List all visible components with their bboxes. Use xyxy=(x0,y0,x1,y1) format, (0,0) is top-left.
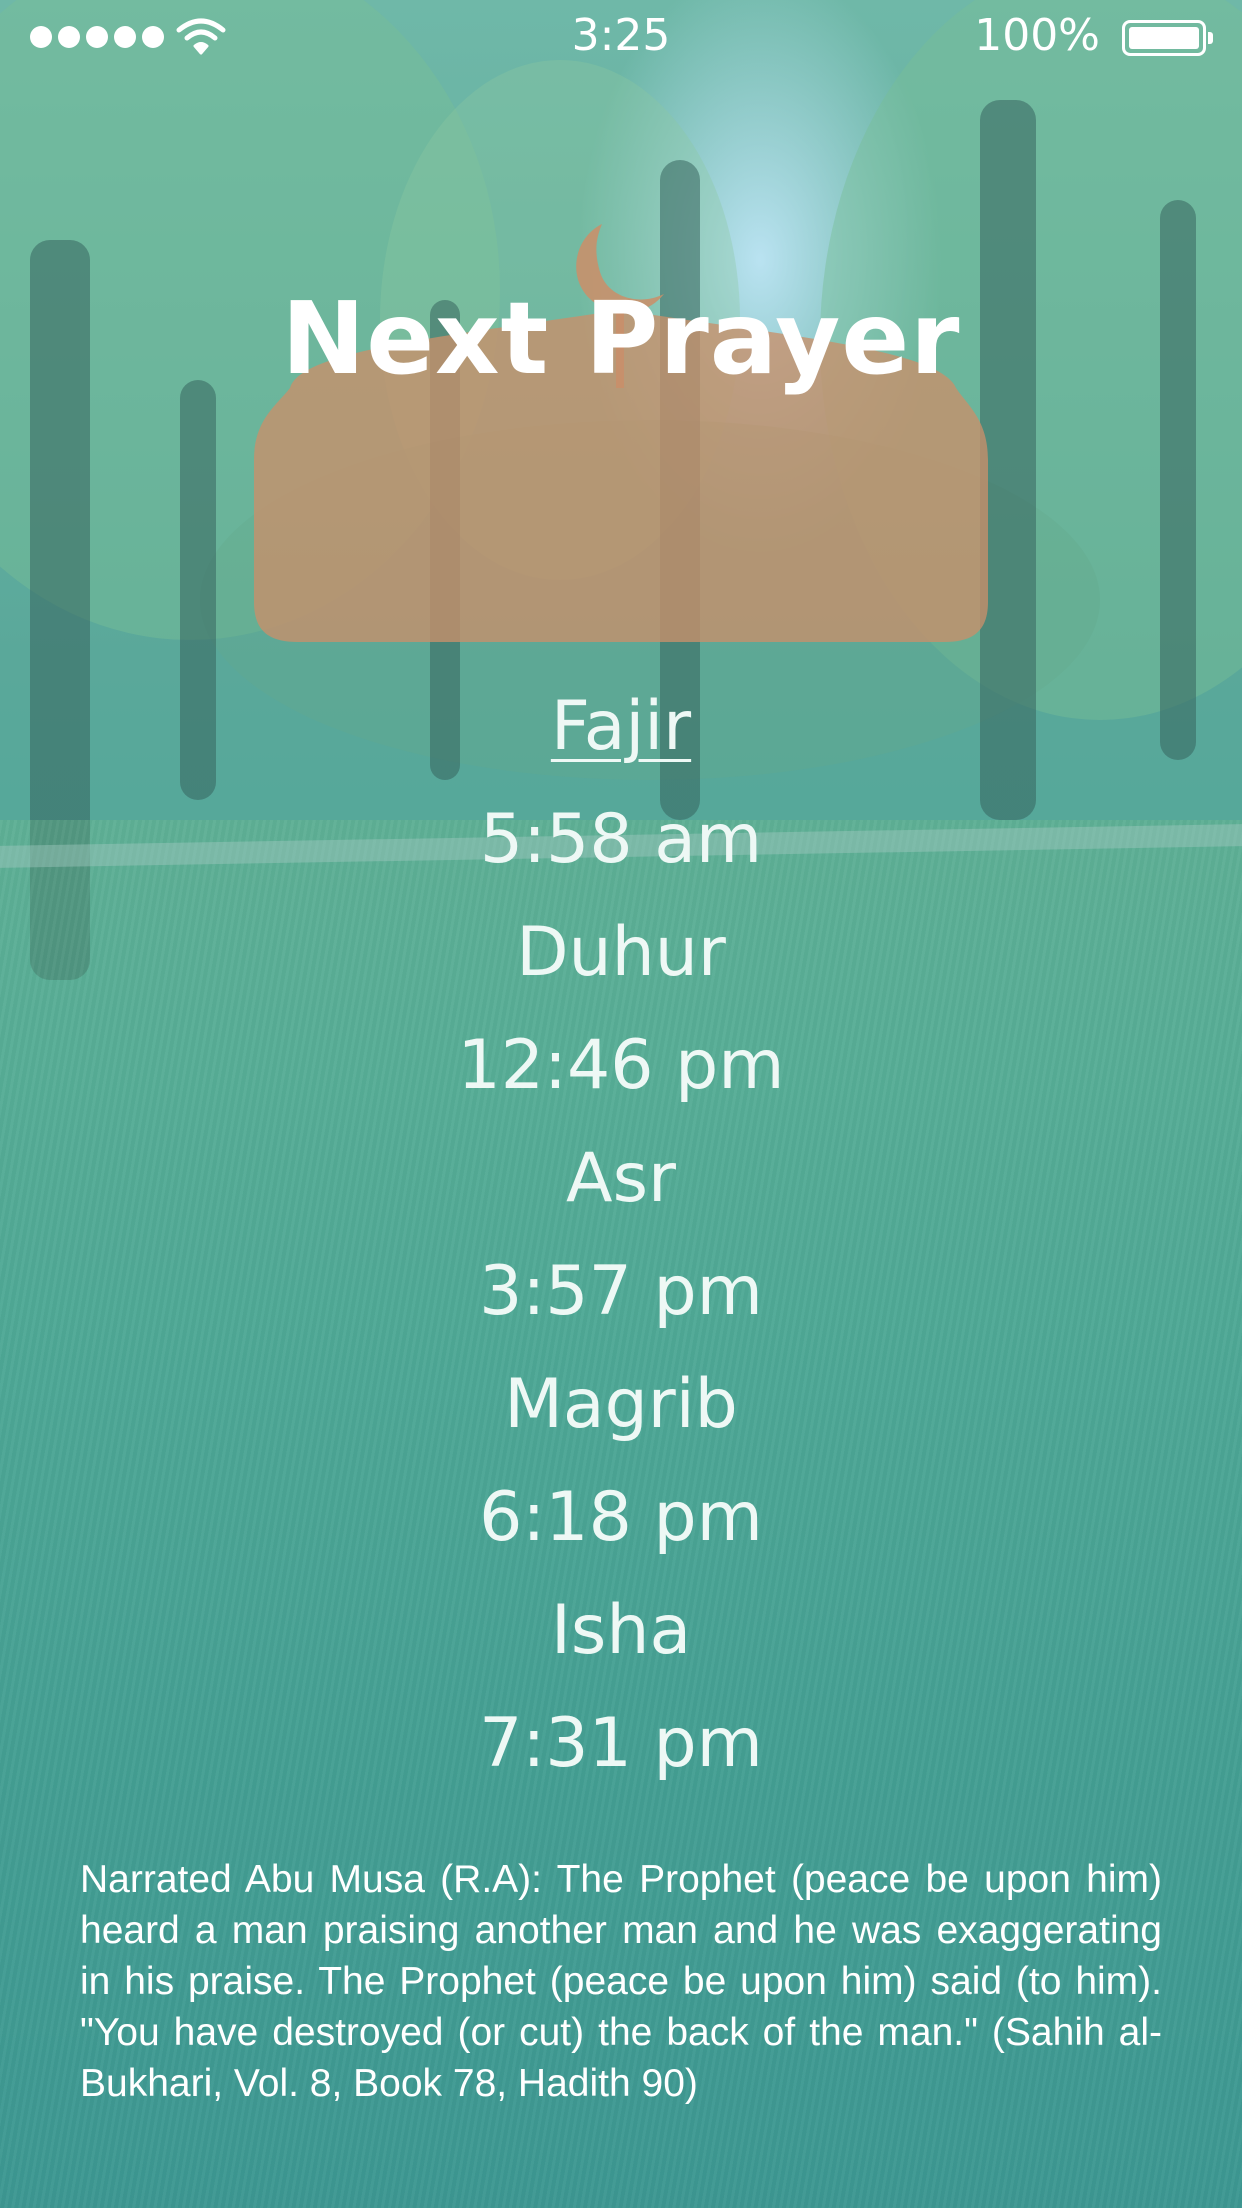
prayer-time-duhur: 12:46 pm xyxy=(457,1026,785,1105)
prayer-time-magrib: 6:18 pm xyxy=(479,1478,763,1557)
prayer-name-asr: Asr xyxy=(566,1139,676,1218)
page-title: Next Prayer xyxy=(281,280,961,397)
battery-icon xyxy=(1122,20,1213,56)
mosque-dome-icon xyxy=(254,224,988,642)
prayer-name-duhur: Duhur xyxy=(516,913,726,992)
battery-percent: 100% xyxy=(974,10,1100,61)
prayer-name-fajir: Fajir xyxy=(550,687,692,766)
prayer-name-magrib: Magrib xyxy=(504,1365,738,1444)
status-bar: 3:25 100% xyxy=(0,0,1242,74)
prayer-time-isha: 7:31 pm xyxy=(479,1704,763,1783)
hadith-quote: Narrated Abu Musa (R.A): The Prophet (pe… xyxy=(80,1858,1162,2105)
prayer-name-isha: Isha xyxy=(550,1591,692,1670)
prayer-times-list: Fajir 5:58 am Duhur 12:46 pm Asr 3:57 pm… xyxy=(0,670,1242,1800)
prayer-time-fajir: 5:58 am xyxy=(479,800,763,879)
prayer-time-asr: 3:57 pm xyxy=(479,1252,763,1331)
